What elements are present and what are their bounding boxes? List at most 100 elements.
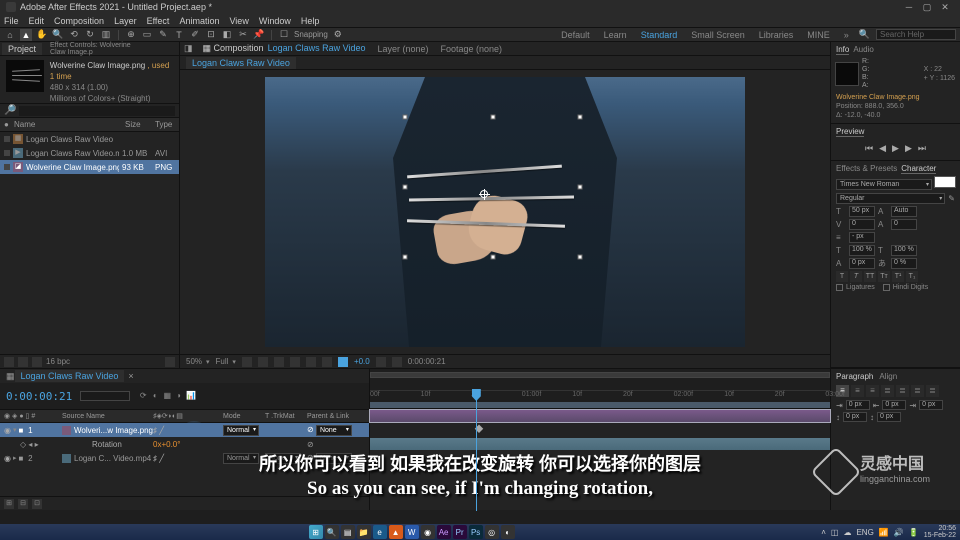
faux-bold[interactable]: T: [836, 271, 848, 282]
superscript[interactable]: T¹: [892, 271, 904, 282]
info-tab[interactable]: Info: [836, 45, 849, 55]
eyedropper-icon[interactable]: ✎: [948, 194, 955, 203]
hindi-check[interactable]: Hindi Digits: [883, 284, 928, 291]
menu-file[interactable]: File: [4, 16, 19, 26]
time-navigator[interactable]: [370, 372, 830, 378]
space-before[interactable]: 0 px: [843, 412, 867, 422]
puppet-tool[interactable]: 📌: [253, 29, 265, 41]
kerning[interactable]: 0: [849, 219, 875, 230]
indent-left[interactable]: 0 px: [846, 400, 870, 410]
menu-layer[interactable]: Layer: [114, 16, 137, 26]
delete-button[interactable]: [165, 357, 175, 367]
stamp-tool[interactable]: ⊡: [205, 29, 217, 41]
grid-toggle[interactable]: [290, 357, 300, 367]
preview-tab[interactable]: Preview: [836, 127, 864, 137]
layer-track[interactable]: [370, 409, 830, 423]
project-item[interactable]: ▶ Logan Claws Raw Video.mp4 1.0 MB AVI: [0, 146, 179, 160]
visibility-toggle[interactable]: ◉: [4, 454, 11, 463]
app-icon[interactable]: ◐: [501, 525, 515, 539]
parent-dropdown[interactable]: None: [316, 425, 352, 436]
snap-toggle[interactable]: ☐: [278, 29, 290, 41]
search-help-input[interactable]: Search Help: [876, 29, 956, 40]
layer-row[interactable]: ◉ ▾ ■ 1 Wolveri...w Image.png ♯ ╱ Normal…: [0, 423, 369, 437]
last-frame-button[interactable]: ⏭: [918, 143, 926, 154]
rect-tool[interactable]: ▭: [141, 29, 153, 41]
bpc-toggle[interactable]: 16 bpc: [46, 357, 70, 366]
time-ruler[interactable]: 00f 10f 20f 01:00f 10f 20f 02:00f 10f 20…: [370, 369, 830, 409]
font-family-dropdown[interactable]: Times New Roman: [836, 179, 932, 190]
draft3d-toggle[interactable]: ◐: [150, 391, 160, 401]
interpret-button[interactable]: [4, 357, 14, 367]
photoshop-taskbar[interactable]: Ps: [469, 525, 483, 539]
col-tag[interactable]: ●: [4, 120, 14, 129]
new-folder-button[interactable]: [18, 357, 28, 367]
start-button[interactable]: ⊞: [309, 525, 323, 539]
blend-mode-dropdown[interactable]: Normal: [223, 453, 259, 464]
playhead[interactable]: [476, 391, 477, 511]
rotate-tool[interactable]: ↻: [84, 29, 96, 41]
blend-mode-dropdown[interactable]: Normal: [223, 425, 259, 436]
channel-toggle[interactable]: [322, 357, 332, 367]
text-tool[interactable]: T: [173, 29, 185, 41]
timeline-close[interactable]: ×: [128, 371, 133, 381]
ws-more[interactable]: »: [840, 30, 853, 40]
ligatures-check[interactable]: Ligatures: [836, 284, 875, 291]
menu-effect[interactable]: Effect: [147, 16, 170, 26]
app-icon[interactable]: ◎: [485, 525, 499, 539]
font-weight-dropdown[interactable]: Regular: [836, 193, 945, 204]
comp-breadcrumb[interactable]: Logan Claws Raw Video: [186, 57, 296, 69]
language-indicator[interactable]: ENG: [856, 528, 873, 537]
composition-viewer[interactable]: [180, 70, 830, 354]
tracking[interactable]: 0: [891, 219, 917, 230]
aftereffects-taskbar[interactable]: Ae: [437, 525, 451, 539]
wifi-icon[interactable]: 📶: [879, 528, 889, 537]
ws-learn[interactable]: Learn: [600, 30, 631, 40]
justify-left[interactable]: ≣: [881, 385, 894, 397]
zoom-tool[interactable]: 🔍: [52, 29, 64, 41]
col-name[interactable]: Name: [14, 120, 125, 129]
minimize-button[interactable]: ─: [900, 2, 918, 12]
chrome-icon[interactable]: ◉: [421, 525, 435, 539]
frameblend-toggle[interactable]: ▦: [162, 391, 172, 401]
vscale[interactable]: 100 %: [849, 245, 875, 256]
menu-edit[interactable]: Edit: [29, 16, 45, 26]
tray-icon[interactable]: ◫: [831, 528, 839, 537]
property-track[interactable]: [370, 423, 830, 437]
transform-bounding-box[interactable]: [405, 117, 580, 257]
effect-controls-tab[interactable]: Effect Controls: Wolverine Claw Image.p: [44, 41, 154, 57]
project-item[interactable]: ▦ Logan Claws Raw Video: [0, 132, 179, 146]
menu-composition[interactable]: Composition: [54, 16, 104, 26]
brush-tool[interactable]: ✐: [189, 29, 201, 41]
indent-first[interactable]: 0 px: [919, 400, 943, 410]
vlc-icon[interactable]: ▲: [389, 525, 403, 539]
layer-track[interactable]: [370, 437, 830, 451]
effects-presets-tab[interactable]: Effects & Presets: [836, 164, 897, 174]
graph-editor-toggle[interactable]: 📊: [186, 391, 196, 401]
camera-tool[interactable]: ▥: [100, 29, 112, 41]
subscript[interactable]: T₁: [906, 271, 918, 282]
character-tab[interactable]: Character: [901, 164, 936, 174]
eraser-tool[interactable]: ◧: [221, 29, 233, 41]
property-row[interactable]: ◇ ◂ ▸ Rotation 0x+0.0° ⊘: [0, 437, 369, 451]
snap-option[interactable]: ⚙: [332, 29, 344, 41]
project-tab[interactable]: Project: [2, 43, 42, 55]
layer-row[interactable]: ◉ ▸ ■ 2 Logan C... Video.mp4 ♯ ╱ Normal …: [0, 451, 369, 465]
tray-chevron[interactable]: ˄: [821, 528, 826, 537]
battery-icon[interactable]: 🔋: [909, 528, 919, 537]
visibility-toggle[interactable]: ◉: [4, 426, 11, 435]
transparency-grid[interactable]: [242, 357, 252, 367]
selection-tool[interactable]: ▲: [20, 29, 32, 41]
hand-tool[interactable]: ✋: [36, 29, 48, 41]
justify-all[interactable]: ≣: [926, 385, 939, 397]
first-frame-button[interactable]: ⏮: [865, 143, 873, 154]
align-tab[interactable]: Align: [879, 372, 897, 381]
roi-toggle[interactable]: [274, 357, 284, 367]
anchor-tool[interactable]: ⊕: [125, 29, 137, 41]
pen-tool[interactable]: ✎: [157, 29, 169, 41]
baseline[interactable]: 0 px: [849, 258, 875, 269]
home-tool[interactable]: ⌂: [4, 29, 16, 41]
current-timecode[interactable]: 0:00:00:21: [6, 390, 72, 403]
align-right[interactable]: ≡: [866, 385, 879, 397]
search-taskbar[interactable]: 🔍: [325, 525, 339, 539]
twirl-icon[interactable]: ▸: [13, 454, 17, 462]
